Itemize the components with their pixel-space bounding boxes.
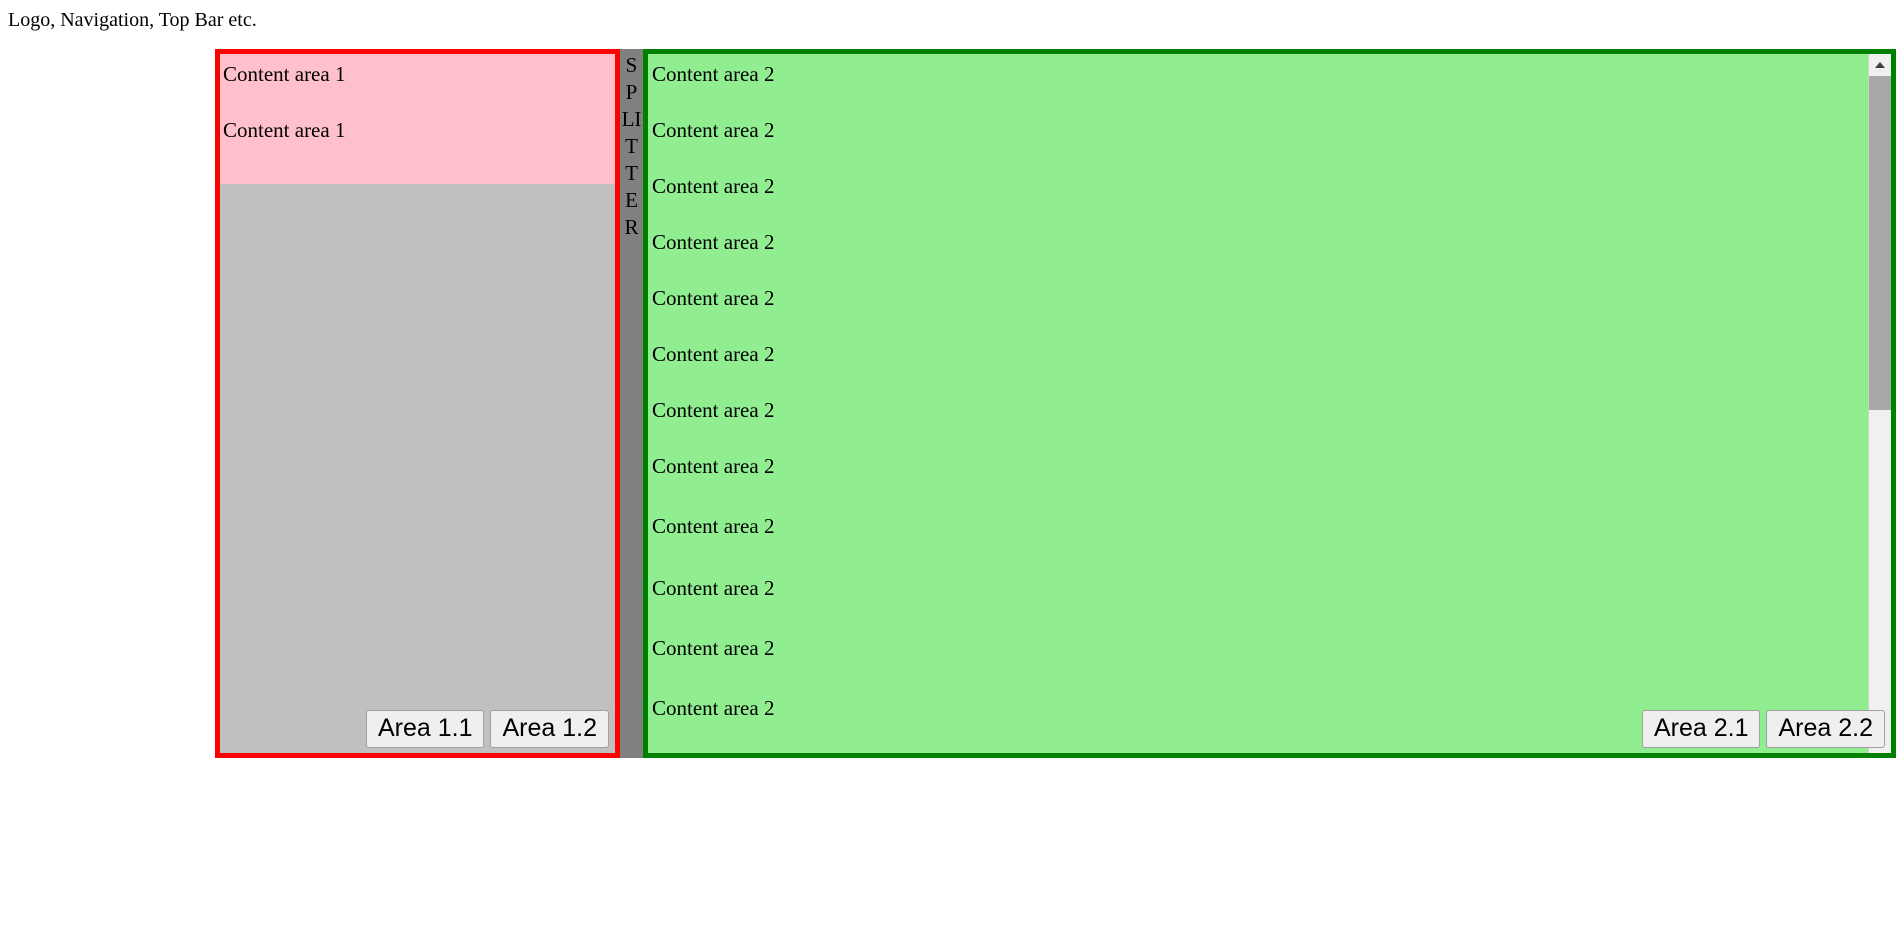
scrollbar-thumb[interactable]: [1869, 76, 1891, 410]
right-content-line: Content area 2: [652, 118, 775, 142]
right-content-line: Content area 2: [652, 286, 775, 310]
right-pane-button-group: Area 2.1 Area 2.2: [1641, 710, 1885, 748]
area-2-1-button[interactable]: Area 2.1: [1641, 710, 1761, 748]
area-1-1-button[interactable]: Area 1.1: [365, 710, 485, 748]
right-pane-scroll-viewport: Content area 2 Content area 2 Content ar…: [648, 54, 1858, 753]
left-content-line: Content area 1: [223, 62, 346, 86]
split-pane-container: Content area 1 Content area 1 Area 1.1 A…: [215, 49, 1896, 758]
right-content-line: Content area 2: [652, 514, 775, 538]
splitter-label: SPLITTER: [621, 53, 642, 239]
right-content-pane: Content area 2 Content area 2 Content ar…: [643, 49, 1896, 758]
left-pane-inner: Content area 1 Content area 1 Area 1.1 A…: [220, 54, 615, 753]
right-content-line: Content area 2: [652, 576, 775, 600]
right-content-line: Content area 2: [652, 62, 775, 86]
left-pane-button-group: Area 1.1 Area 1.2: [365, 710, 609, 748]
right-content-line: Content area 2: [652, 696, 775, 720]
left-content-pane: Content area 1 Content area 1 Area 1.1 A…: [215, 49, 620, 758]
chevron-up-icon: [1875, 62, 1885, 68]
vertical-scrollbar[interactable]: [1868, 54, 1891, 753]
right-content-line: Content area 2: [652, 174, 775, 198]
right-content-line: Content area 2: [652, 454, 775, 478]
right-content-line: Content area 2: [652, 636, 775, 660]
top-bar-label: Logo, Navigation, Top Bar etc.: [8, 9, 257, 31]
left-content-line: Content area 1: [223, 118, 346, 142]
vertical-splitter-handle[interactable]: SPLITTER: [620, 49, 643, 758]
area-1-2-button[interactable]: Area 1.2: [490, 710, 609, 748]
area-2-2-button[interactable]: Area 2.2: [1766, 710, 1885, 748]
left-pane-filler-block: [220, 184, 615, 753]
right-content-line: Content area 2: [652, 230, 775, 254]
right-content-line: Content area 2: [652, 342, 775, 366]
top-bar: Logo, Navigation, Top Bar etc.: [8, 6, 1208, 36]
scroll-up-button[interactable]: [1869, 54, 1891, 76]
right-content-line: Content area 2: [652, 398, 775, 422]
